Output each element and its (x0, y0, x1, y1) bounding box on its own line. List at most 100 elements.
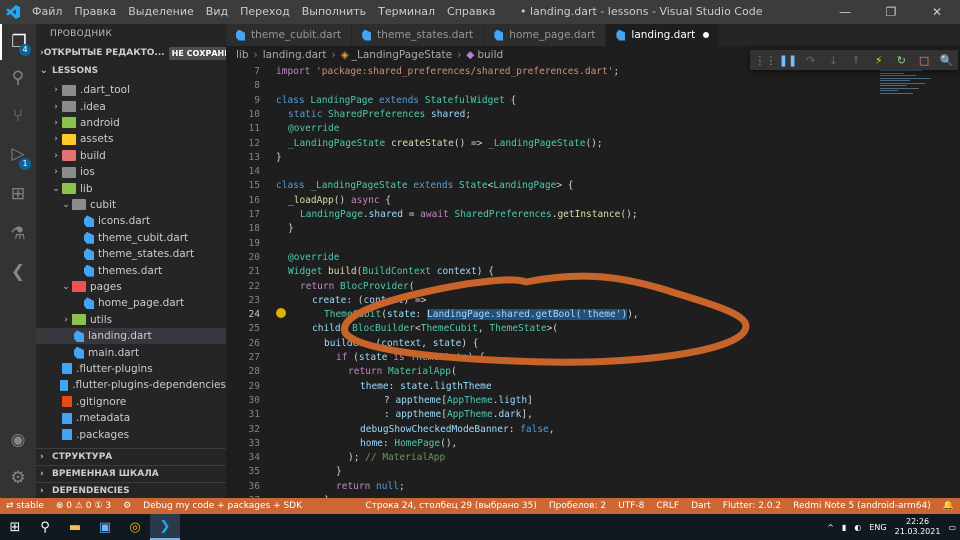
open-editors-header[interactable]: › ОТКРЫТЫЕ РЕДАКТО... НЕ СОХРАНЕНО: 4 (36, 44, 226, 62)
branch-indicator[interactable]: ⇄ stable (0, 501, 50, 511)
indent-setting[interactable]: Пробелов: 2 (543, 501, 612, 511)
tree-file[interactable]: .packages (36, 426, 226, 442)
run-debug-icon[interactable]: ▷ (0, 136, 36, 172)
tab-theme-states[interactable]: theme_states.dart (352, 24, 485, 46)
tree-folder[interactable]: › .dart_tool (36, 82, 226, 98)
code-editor[interactable]: 7 import 'package:shared_preferences/shar… (226, 64, 960, 498)
encoding[interactable]: UTF-8 (612, 501, 650, 511)
tree-folder[interactable]: ⌄ pages (36, 279, 226, 295)
tab-home-page[interactable]: home_page.dart (484, 24, 607, 46)
flutter-icon[interactable]: ❮ (0, 254, 36, 290)
chrome-icon[interactable]: ◎ (120, 514, 150, 540)
language-mode[interactable]: Dart (685, 501, 717, 511)
tree-folder[interactable]: › ios (36, 164, 226, 180)
tree-folder[interactable]: › utils (36, 312, 226, 328)
folder-icon (72, 314, 86, 326)
notifications-icon[interactable]: 🔔 (937, 501, 960, 511)
stop-icon[interactable]: □ (913, 54, 936, 67)
menu-edit[interactable]: Правка (68, 0, 122, 24)
tree-file[interactable]: .gitignore (36, 394, 226, 410)
tree-file[interactable]: themes.dart (36, 262, 226, 278)
menu-file[interactable]: Файл (26, 0, 68, 24)
problems-indicator[interactable]: ⊗ 0 ⚠ 0 ① 3 (50, 501, 117, 511)
action-center-icon[interactable]: ▭ (944, 523, 960, 532)
folder-icon (62, 117, 76, 129)
explorer-icon[interactable]: ❐ (0, 24, 36, 60)
line-ending[interactable]: CRLF (650, 501, 685, 511)
menu-go[interactable]: Переход (234, 0, 296, 24)
debug-mode-label[interactable]: Debug my code + packages + SDK (137, 501, 308, 511)
step-out-icon[interactable]: ↑ (845, 54, 868, 67)
search-icon[interactable]: ⚲ (30, 514, 60, 540)
tree-file[interactable]: main.dart (36, 344, 226, 360)
devtools-icon[interactable]: 🔍 (935, 54, 958, 67)
dart-file-icon (84, 215, 94, 228)
device-selector[interactable]: Redmi Note 5 (android-arm64) (787, 501, 937, 511)
tree-file[interactable]: home_page.dart (36, 295, 226, 311)
menu-help[interactable]: Справка (441, 0, 501, 24)
tray-arrow-icon[interactable]: ^ (823, 523, 838, 532)
tree-file[interactable]: landing.dart (36, 328, 226, 345)
menu-selection[interactable]: Выделение (122, 0, 200, 24)
unsaved-dot-icon[interactable] (703, 32, 710, 38)
file-explorer-icon[interactable]: ▬ (60, 514, 90, 540)
activity-bar: ❐ 4 ⚲ ⑂ ▷ 1 ⊞ ⚗ ❮ ◉ ⚙ (0, 24, 36, 498)
step-over-icon[interactable]: ↷ (799, 54, 822, 67)
extensions-icon[interactable]: ⊞ (0, 176, 36, 212)
breadcrumb-folder[interactable]: lib (236, 49, 249, 61)
vscode-icon[interactable]: ❯ (150, 514, 180, 540)
debug-config-icon[interactable]: ⚙ (117, 501, 137, 511)
tree-file[interactable]: .flutter-plugins-dependencies (36, 377, 226, 393)
tree-file[interactable]: .flutter-plugins (36, 361, 226, 377)
breadcrumb-class[interactable]: _LandingPageState (352, 49, 452, 61)
tree-folder[interactable]: ⌄ lib (36, 180, 226, 196)
maximize-button[interactable]: ❐ (868, 0, 914, 24)
menu-run[interactable]: Выполнить (296, 0, 372, 24)
pause-icon[interactable]: ❚❚ (777, 54, 800, 67)
tree-label: cubit (90, 198, 117, 211)
cursor-position[interactable]: Строка 24, столбец 29 (выбрано 35) (359, 501, 542, 511)
testing-icon[interactable]: ⚗ (0, 216, 36, 252)
restart-icon[interactable]: ↻ (890, 54, 913, 67)
search-icon[interactable]: ⚲ (0, 60, 36, 96)
hot-reload-icon[interactable]: ⚡ (867, 54, 890, 67)
outline-section[interactable]: › СТРУКТУРА (36, 449, 226, 466)
tab-theme-cubit[interactable]: theme_cubit.dart (226, 24, 353, 46)
chevron-right-icon: › (40, 485, 44, 496)
dart-file-icon (236, 29, 245, 41)
language-indicator[interactable]: ENG (865, 523, 890, 532)
drag-handle-icon[interactable]: ⋮⋮ (754, 54, 777, 67)
source-control-icon[interactable]: ⑂ (0, 98, 36, 134)
tree-folder[interactable]: › assets (36, 131, 226, 147)
tree-folder[interactable]: › android (36, 115, 226, 131)
annotation-ellipse (341, 272, 750, 366)
vscode-logo-icon (0, 0, 26, 24)
minimize-button[interactable]: — (822, 0, 868, 24)
app-icon[interactable]: ▣ (90, 514, 120, 540)
settings-gear-icon[interactable]: ⚙ (0, 460, 36, 496)
tab-landing[interactable]: landing.dart (606, 24, 721, 46)
start-icon[interactable]: ⊞ (0, 514, 30, 540)
tree-file[interactable]: icons.dart (36, 213, 226, 229)
dependencies-section[interactable]: › DEPENDENCIES (36, 483, 226, 498)
menu-terminal[interactable]: Терминал (372, 0, 441, 24)
volume-icon[interactable]: ◐ (850, 523, 865, 532)
chevron-right-icon: › (40, 468, 44, 479)
tree-file[interactable]: theme_cubit.dart (36, 230, 226, 246)
workspace-header[interactable]: ⌄ LESSONS (36, 62, 226, 80)
step-into-icon[interactable]: ↓ (822, 54, 845, 67)
tree-folder[interactable]: › .idea (36, 98, 226, 114)
close-button[interactable]: ✕ (914, 0, 960, 24)
breadcrumb-method[interactable]: build (477, 49, 503, 61)
tree-folder[interactable]: › build (36, 148, 226, 164)
timeline-section[interactable]: › ВРЕМЕННАЯ ШКАЛА (36, 466, 226, 483)
tree-folder[interactable]: ⌄ cubit (36, 197, 226, 213)
menu-view[interactable]: Вид (200, 0, 234, 24)
account-icon[interactable]: ◉ (0, 422, 36, 458)
clock[interactable]: 22:26 21.03.2021 (891, 517, 945, 537)
tree-file[interactable]: .metadata (36, 410, 226, 426)
network-icon[interactable]: ▮ (838, 523, 850, 532)
tree-file[interactable]: theme_states.dart (36, 246, 226, 262)
flutter-version[interactable]: Flutter: 2.0.2 (717, 501, 787, 511)
breadcrumb-file[interactable]: landing.dart (263, 49, 327, 61)
